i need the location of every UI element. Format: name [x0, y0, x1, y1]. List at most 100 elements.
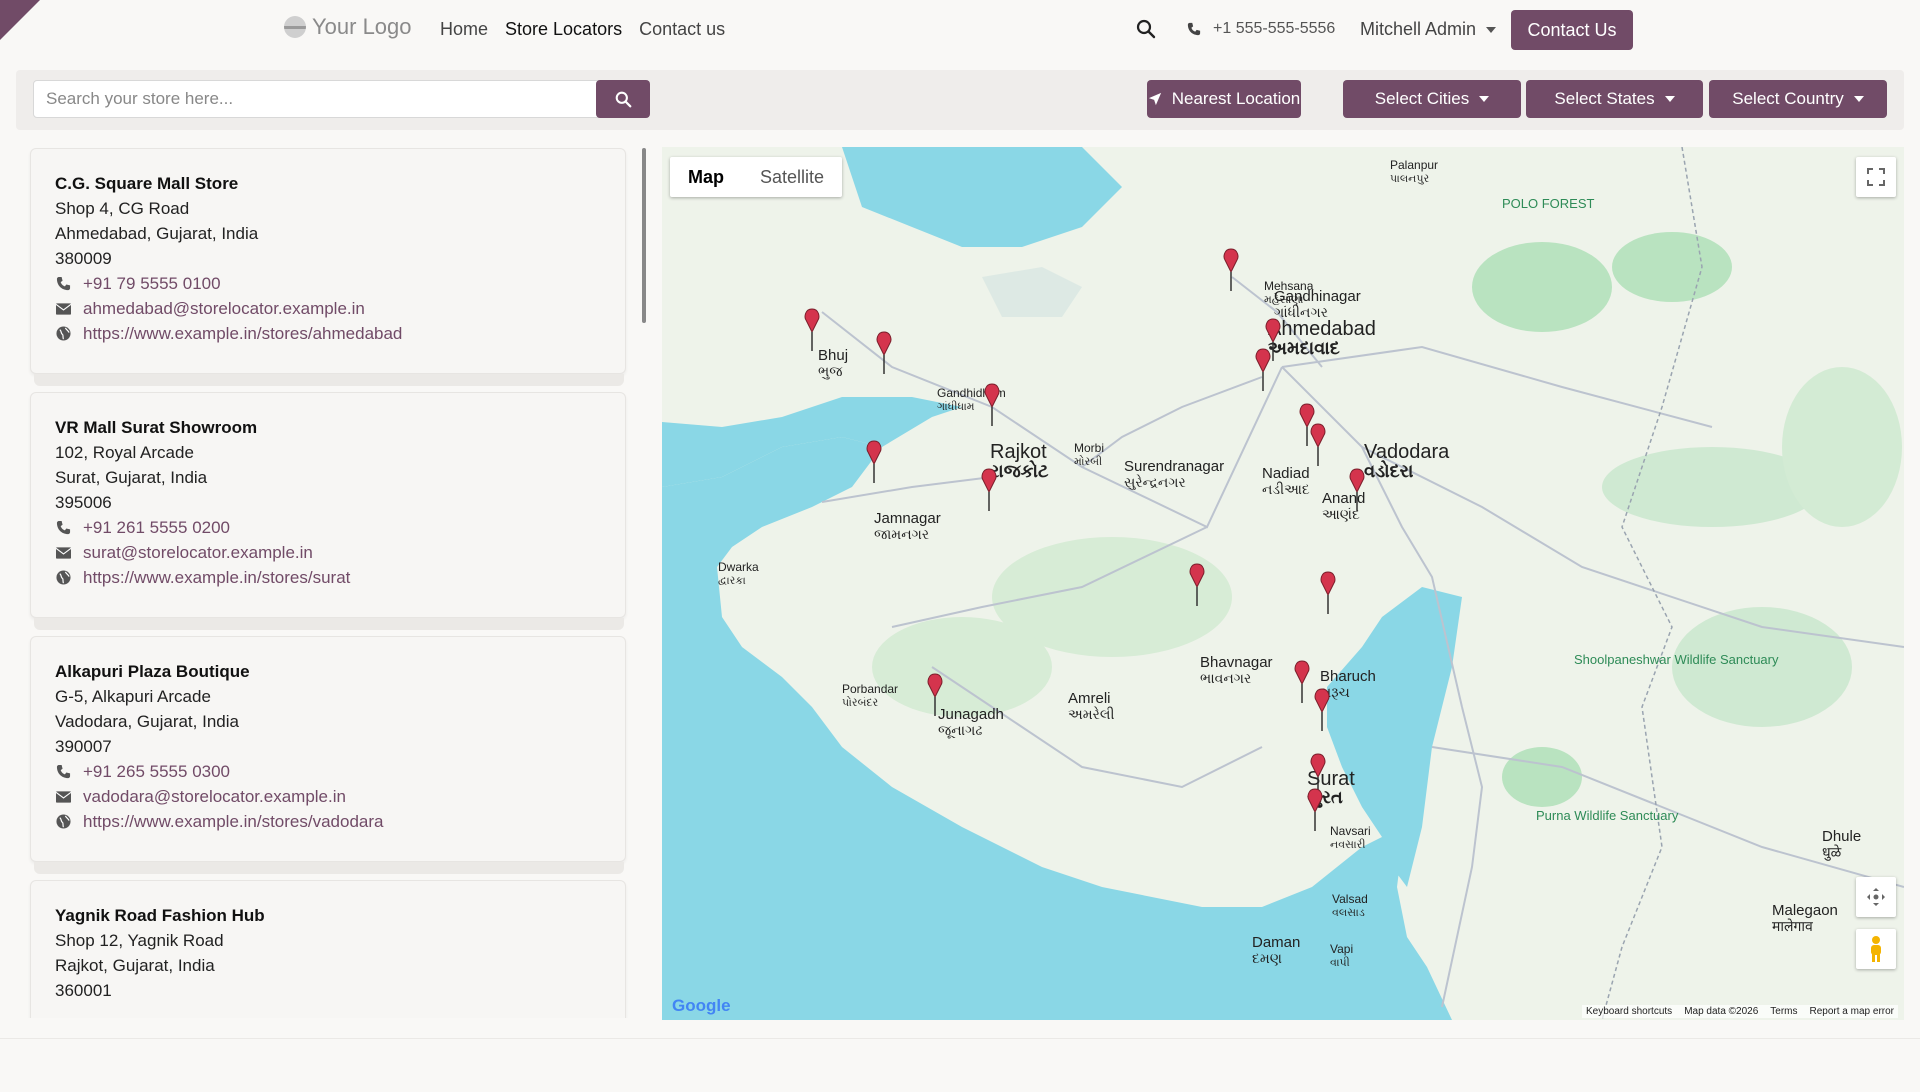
select-cities-label: Select Cities: [1374, 89, 1470, 108]
phone-icon: [1187, 22, 1201, 36]
store-email[interactable]: vadodara@storelocator.example.in: [55, 784, 625, 809]
map-camera-control[interactable]: [1856, 877, 1896, 917]
store-phone-text: +91 261 5555 0200: [83, 518, 231, 537]
store-website[interactable]: https://www.example.in/stores/vadodara: [55, 809, 625, 834]
keyboard-shortcuts-link[interactable]: Keyboard shortcuts: [1586, 1006, 1672, 1017]
site-header: Your Logo Home Store Locators Contact us…: [0, 0, 1920, 60]
store-website-text: https://www.example.in/stores/ahmedabad: [83, 324, 403, 343]
store-phone[interactable]: +91 261 5555 0200: [55, 515, 625, 540]
city-label-bhavnagar-local: ભાવનગર: [1200, 670, 1251, 686]
city-label-dhule-local: धुळे: [1822, 844, 1842, 861]
location-arrow-icon: [1148, 92, 1161, 106]
city-label-malegaon: Malegaon: [1772, 902, 1838, 919]
main-nav: Home Store Locators Contact us: [440, 19, 725, 40]
store-phone-text: +91 265 5555 0300: [83, 762, 231, 781]
fullscreen-button[interactable]: [1856, 157, 1896, 197]
city-label-palanpur-local: પાલનપુર: [1390, 173, 1429, 185]
pegman-icon: [1871, 936, 1881, 962]
map-footer: Keyboard shortcuts Map data ©2026 Terms …: [1582, 1005, 1898, 1018]
city-label-nadiad-local: નડીઆદ: [1262, 481, 1310, 497]
select-country-dropdown[interactable]: Select Country: [1709, 80, 1887, 118]
store-email-text: ahmedabad@storelocator.example.in: [83, 299, 365, 318]
store-email[interactable]: ahmedabad@storelocator.example.in: [55, 296, 625, 321]
city-label-morbi-local: મોરબી: [1074, 455, 1102, 468]
terms-link[interactable]: Terms: [1770, 1006, 1797, 1017]
nav-home[interactable]: Home: [440, 19, 488, 40]
chevron-down-icon: [1486, 26, 1497, 33]
chevron-down-icon: [1479, 96, 1490, 102]
logo-text: Your Logo: [312, 14, 412, 39]
store-city: Surat, Gujarat, India: [55, 468, 208, 487]
city-label-vapi: Vapi: [1330, 942, 1353, 956]
store-address: 102, Royal Arcade: [55, 443, 194, 462]
store-search-button[interactable]: [596, 80, 650, 118]
contact-us-button[interactable]: Contact Us: [1511, 10, 1633, 50]
city-label-porbandar-local: પોરબંદર: [842, 696, 879, 709]
store-name: C.G. Square Mall Store: [55, 174, 239, 193]
store-card[interactable]: C.G. Square Mall Store Shop 4, CG Road A…: [30, 148, 626, 374]
store-city: Ahmedabad, Gujarat, India: [55, 224, 259, 243]
user-menu[interactable]: Mitchell Admin: [1360, 19, 1497, 40]
store-email[interactable]: surat@storelocator.example.in: [55, 540, 625, 565]
search-icon[interactable]: [1136, 19, 1156, 39]
city-label-ahmedabad-local: અમદાવાદ: [1268, 338, 1340, 358]
report-map-error-link[interactable]: Report a map error: [1810, 1006, 1894, 1017]
map-tab-satellite[interactable]: Satellite: [742, 157, 842, 197]
store-list-scrollbar[interactable]: [642, 148, 646, 323]
city-label-rajkot-local: રાજકોટ: [990, 460, 1049, 481]
store-address: G-5, Alkapuri Arcade: [55, 687, 211, 706]
header-phone[interactable]: +1 555-555-5556: [1187, 20, 1335, 38]
forest-label-polo: POLO FOREST: [1502, 196, 1595, 211]
map-tab-map[interactable]: Map: [670, 157, 742, 197]
envelope-icon: [55, 545, 71, 561]
store-zip: 395006: [55, 493, 112, 512]
map-data-credit: Map data ©2026: [1684, 1006, 1759, 1017]
fullscreen-icon: [1867, 168, 1885, 186]
city-label-valsad-local: વલસાડ: [1332, 907, 1365, 919]
store-phone[interactable]: +91 265 5555 0300: [55, 759, 625, 784]
store-card[interactable]: Yagnik Road Fashion Hub Shop 12, Yagnik …: [30, 880, 626, 1018]
city-label-gandhinagar-local: ગાંધીનગર: [1274, 304, 1328, 320]
store-map[interactable]: Ahmedabad અમદાવાદ Gandhinagar ગાંધીનગર R…: [662, 147, 1904, 1020]
store-website[interactable]: https://www.example.in/stores/ahmedabad: [55, 321, 625, 346]
store-email-text: vadodara@storelocator.example.in: [83, 787, 346, 806]
search-icon: [615, 91, 631, 107]
sanctuary-label-purna: Purna Wildlife Sanctuary: [1536, 808, 1679, 823]
store-website[interactable]: https://www.example.in/stores/surat: [55, 565, 625, 590]
nearest-location-button[interactable]: Nearest Location: [1147, 80, 1301, 118]
phone-icon: [55, 520, 71, 536]
street-view-pegman[interactable]: [1856, 929, 1896, 969]
city-label-vapi-local: વાપી: [1330, 956, 1350, 969]
select-states-label: Select States: [1554, 89, 1655, 108]
store-card[interactable]: Alkapuri Plaza Boutique G-5, Alkapuri Ar…: [30, 636, 626, 862]
select-states-dropdown[interactable]: Select States: [1526, 80, 1703, 118]
sanctuary-label-shoolpaneshwar: Shoolpaneshwar Wildlife Sanctuary: [1574, 652, 1779, 667]
store-phone[interactable]: +91 79 5555 0100: [55, 271, 625, 296]
site-logo[interactable]: Your Logo: [284, 14, 412, 40]
nav-contact-us[interactable]: Contact us: [639, 19, 725, 40]
city-label-junagadh-local: જૂનાગઢ: [938, 722, 982, 738]
chevron-down-icon: [1664, 96, 1675, 102]
store-card[interactable]: VR Mall Surat Showroom 102, Royal Arcade…: [30, 392, 626, 618]
city-label-bhavnagar: Bhavnagar: [1200, 654, 1273, 671]
city-label-mehsana-local: મહેસાણા: [1264, 293, 1304, 306]
select-country-label: Select Country: [1732, 89, 1844, 108]
city-label-jamnagar: Jamnagar: [874, 510, 941, 527]
city-label-navsari-local: નવસારી: [1330, 838, 1366, 851]
nav-store-locators[interactable]: Store Locators: [505, 19, 622, 40]
store-address: Shop 12, Yagnik Road: [55, 931, 224, 950]
page-footer-bar: [0, 1038, 1920, 1092]
store-email-text: surat@storelocator.example.in: [83, 543, 313, 562]
store-name: VR Mall Surat Showroom: [55, 418, 258, 437]
select-cities-dropdown[interactable]: Select Cities: [1343, 80, 1521, 118]
store-search-input[interactable]: [33, 80, 613, 118]
google-logo: Google: [672, 996, 731, 1015]
city-label-porbandar: Porbandar: [842, 682, 898, 696]
city-label-amreli-local: અમરેલી: [1068, 706, 1114, 722]
store-search-toolbar: Nearest Location Select Cities Select St…: [16, 70, 1904, 130]
city-label-gandhidham-local: ગાંધીધામ: [937, 400, 975, 413]
map-canvas[interactable]: Ahmedabad અમદાવાદ Gandhinagar ગાંધીનગર R…: [662, 147, 1904, 1020]
store-website-text: https://www.example.in/stores/surat: [83, 568, 351, 587]
city-label-navsari: Navsari: [1330, 824, 1371, 838]
city-label-bhuj-local: ભુજ: [818, 363, 843, 379]
